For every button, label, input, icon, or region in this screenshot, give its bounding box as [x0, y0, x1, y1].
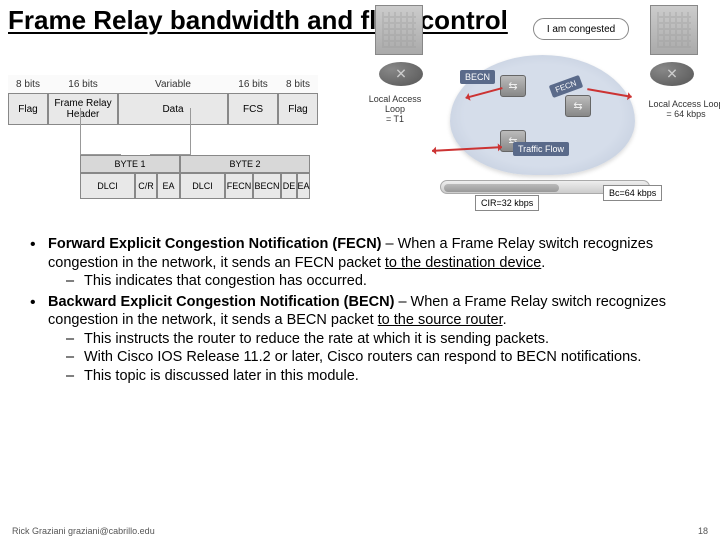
bits-cell: 8 bits [278, 75, 318, 93]
byte-field: EA [297, 173, 310, 199]
local-loop-right-label: Local Access Loop= 64 kbps [647, 100, 720, 120]
byte-header: BYTE 2 [180, 155, 310, 173]
router-icon [379, 62, 423, 86]
field-cell: FCS [228, 93, 278, 125]
bits-cell: 16 bits [228, 75, 278, 93]
field-cell: Flag [8, 93, 48, 125]
byte-field: BECN [253, 173, 281, 199]
traffic-flow-tag: Traffic Flow [513, 142, 569, 156]
byte-field: FECN [225, 173, 253, 199]
sub-bullet: This topic is discussed later in this mo… [52, 367, 702, 386]
sub-bullet: This instructs the router to reduce the … [52, 330, 702, 349]
field-cell: Flag [278, 93, 318, 125]
byte-field: DE [281, 173, 297, 199]
fecn-underline: to the destination device [385, 255, 541, 271]
becn-underline: to the source router [378, 312, 503, 328]
network-diagram: I am congested BECN FECN Traffic Flow Lo… [365, 0, 720, 225]
bc-label: Bc=64 kbps [603, 185, 662, 201]
page-number: 18 [698, 526, 708, 536]
sub-bullet: With Cisco IOS Release 11.2 or later, Ci… [52, 348, 702, 367]
building-icon [650, 5, 698, 55]
bits-cell: 8 bits [8, 75, 48, 93]
byte-field: EA [157, 173, 180, 199]
byte-detail-table: BYTE 1 BYTE 2 DLCI C/R EA DLCI FECN BECN… [80, 155, 310, 199]
building-icon [375, 5, 423, 55]
becn-term: Backward Explicit Congestion Notificatio… [48, 294, 394, 310]
fecn-term: Forward Explicit Congestion Notification… [48, 236, 382, 252]
switch-icon [500, 75, 526, 97]
footer-author: Rick Graziani graziani@cabrillo.edu [12, 526, 155, 536]
bits-cell: Variable [118, 75, 228, 93]
bullet-content: Forward Explicit Congestion Notification… [0, 235, 720, 385]
byte-field: C/R [135, 173, 157, 199]
byte-field: DLCI [80, 173, 135, 199]
becn-tag: BECN [460, 70, 495, 84]
bits-cell: 16 bits [48, 75, 118, 93]
cir-label: CIR=32 kbps [475, 195, 539, 211]
bullet-fecn: Forward Explicit Congestion Notification… [30, 235, 702, 291]
bullet-becn: Backward Explicit Congestion Notificatio… [30, 293, 702, 386]
sub-bullet: This indicates that congestion has occur… [52, 272, 702, 291]
byte-header: BYTE 1 [80, 155, 180, 173]
switch-icon [565, 95, 591, 117]
byte-field: DLCI [180, 173, 225, 199]
router-icon [650, 62, 694, 86]
speech-bubble: I am congested [533, 18, 629, 40]
callout-lines [80, 108, 160, 156]
local-loop-left-label: Local Access Loop= T1 [360, 95, 430, 125]
